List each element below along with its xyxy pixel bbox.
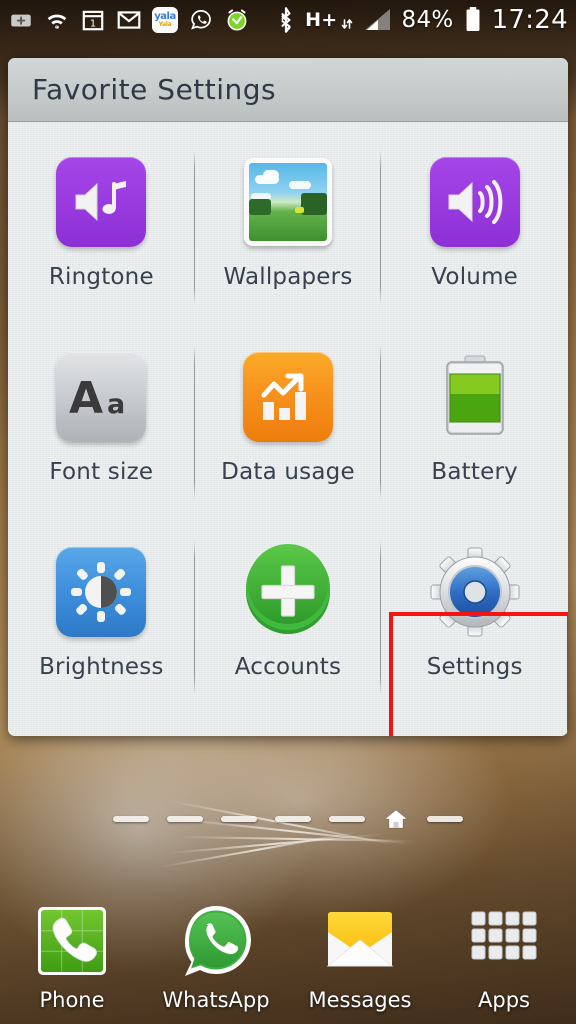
battery-icon: [466, 7, 480, 31]
settings-item-label: Font size: [49, 459, 154, 485]
status-bar-notifications: ? 1 yala Yala: [8, 7, 250, 33]
svg-text:?: ?: [55, 22, 59, 31]
status-bar[interactable]: ? 1 yala Yala H+ 84% 17:24: [0, 0, 576, 40]
settings-item-ringtone[interactable]: Ringtone: [8, 136, 195, 331]
signal-bars-icon: [364, 9, 390, 30]
settings-item-accounts[interactable]: Accounts: [195, 526, 382, 721]
dock-item-apps[interactable]: Apps: [434, 902, 574, 1012]
whatsapp-icon: [177, 902, 255, 980]
settings-item-battery[interactable]: Battery: [381, 331, 568, 526]
yala-app-icon: yala Yala: [152, 7, 178, 33]
gmail-icon: [117, 11, 141, 29]
page-dot[interactable]: [427, 816, 463, 822]
settings-item-label: Volume: [431, 264, 519, 290]
dock: Phone WhatsApp Messages Apps: [0, 902, 576, 1012]
settings-item-label: Battery: [431, 459, 518, 485]
data-transfer-arrows-icon: [341, 19, 352, 29]
apps-grid-icon: [465, 902, 543, 980]
svg-text:a: a: [107, 389, 125, 420]
page-dot[interactable]: [221, 816, 257, 822]
home-icon[interactable]: [383, 808, 409, 830]
dock-item-label: Apps: [478, 988, 530, 1012]
dock-item-label: Phone: [39, 988, 105, 1012]
settings-item-settings[interactable]: Settings: [381, 526, 568, 721]
page-dot[interactable]: [113, 816, 149, 822]
page-dot[interactable]: [167, 816, 203, 822]
panel-body: Ringtone Wallpapers Volume A a Font size…: [8, 122, 568, 736]
mobile-data-indicator: H+: [305, 9, 353, 31]
settings-item-label: Data usage: [221, 459, 355, 485]
settings-item-volume[interactable]: Volume: [381, 136, 568, 331]
settings-item-wallpapers[interactable]: Wallpapers: [195, 136, 382, 331]
phone-icon: [33, 902, 111, 980]
messages-envelope-icon: [321, 902, 399, 980]
clock-label: 17:24: [491, 5, 568, 35]
settings-item-label: Accounts: [234, 654, 342, 680]
settings-item-brightness[interactable]: Brightness: [8, 526, 195, 721]
settings-item-data-usage[interactable]: Data usage: [195, 331, 382, 526]
bluetooth-icon: [281, 7, 291, 33]
svg-text:A: A: [69, 373, 103, 423]
dock-item-phone[interactable]: Phone: [2, 902, 142, 1012]
whatsapp-notification-icon: [191, 10, 211, 30]
alarm-clock-icon: [227, 9, 247, 31]
accounts-icon: [240, 544, 336, 640]
page-dot[interactable]: [329, 816, 365, 822]
dock-item-label: WhatsApp: [162, 988, 270, 1012]
ringtone-icon: [53, 154, 149, 250]
yala-label-bottom: Yala: [158, 21, 172, 28]
data-usage-icon: [240, 349, 336, 445]
wifi-question-icon: ?: [47, 14, 67, 31]
font-size-icon: A a: [53, 349, 149, 445]
page-indicator[interactable]: [0, 808, 576, 830]
dock-item-whatsapp[interactable]: WhatsApp: [146, 902, 286, 1012]
calendar-day-label: 1: [90, 19, 96, 30]
page-dot[interactable]: [275, 816, 311, 822]
battery-level-icon: [427, 349, 523, 445]
settings-item-label: Brightness: [39, 654, 164, 680]
settings-gear-icon: [427, 544, 523, 640]
more-notifications-icon: [11, 14, 31, 27]
brightness-icon: [53, 544, 149, 640]
dock-item-label: Messages: [308, 988, 412, 1012]
calendar-icon: 1: [82, 10, 104, 31]
page-title: Favorite Settings: [32, 73, 277, 106]
panel-header: Favorite Settings: [8, 58, 568, 122]
battery-percent-label: 84%: [401, 7, 454, 33]
dock-item-messages[interactable]: Messages: [290, 902, 430, 1012]
settings-item-label: Ringtone: [48, 264, 154, 290]
network-type-label: H+: [305, 9, 338, 31]
settings-item-font-size[interactable]: A a Font size: [8, 331, 195, 526]
volume-icon: [427, 154, 523, 250]
favorite-settings-panel: Favorite Settings Ringtone Wallpapers Vo…: [8, 58, 568, 736]
settings-grid: Ringtone Wallpapers Volume A a Font size…: [8, 136, 568, 721]
settings-item-label: Settings: [426, 654, 523, 680]
status-bar-system: H+ 84% 17:24: [276, 5, 568, 35]
settings-item-label: Wallpapers: [223, 264, 353, 290]
wallpapers-icon: [240, 154, 336, 250]
